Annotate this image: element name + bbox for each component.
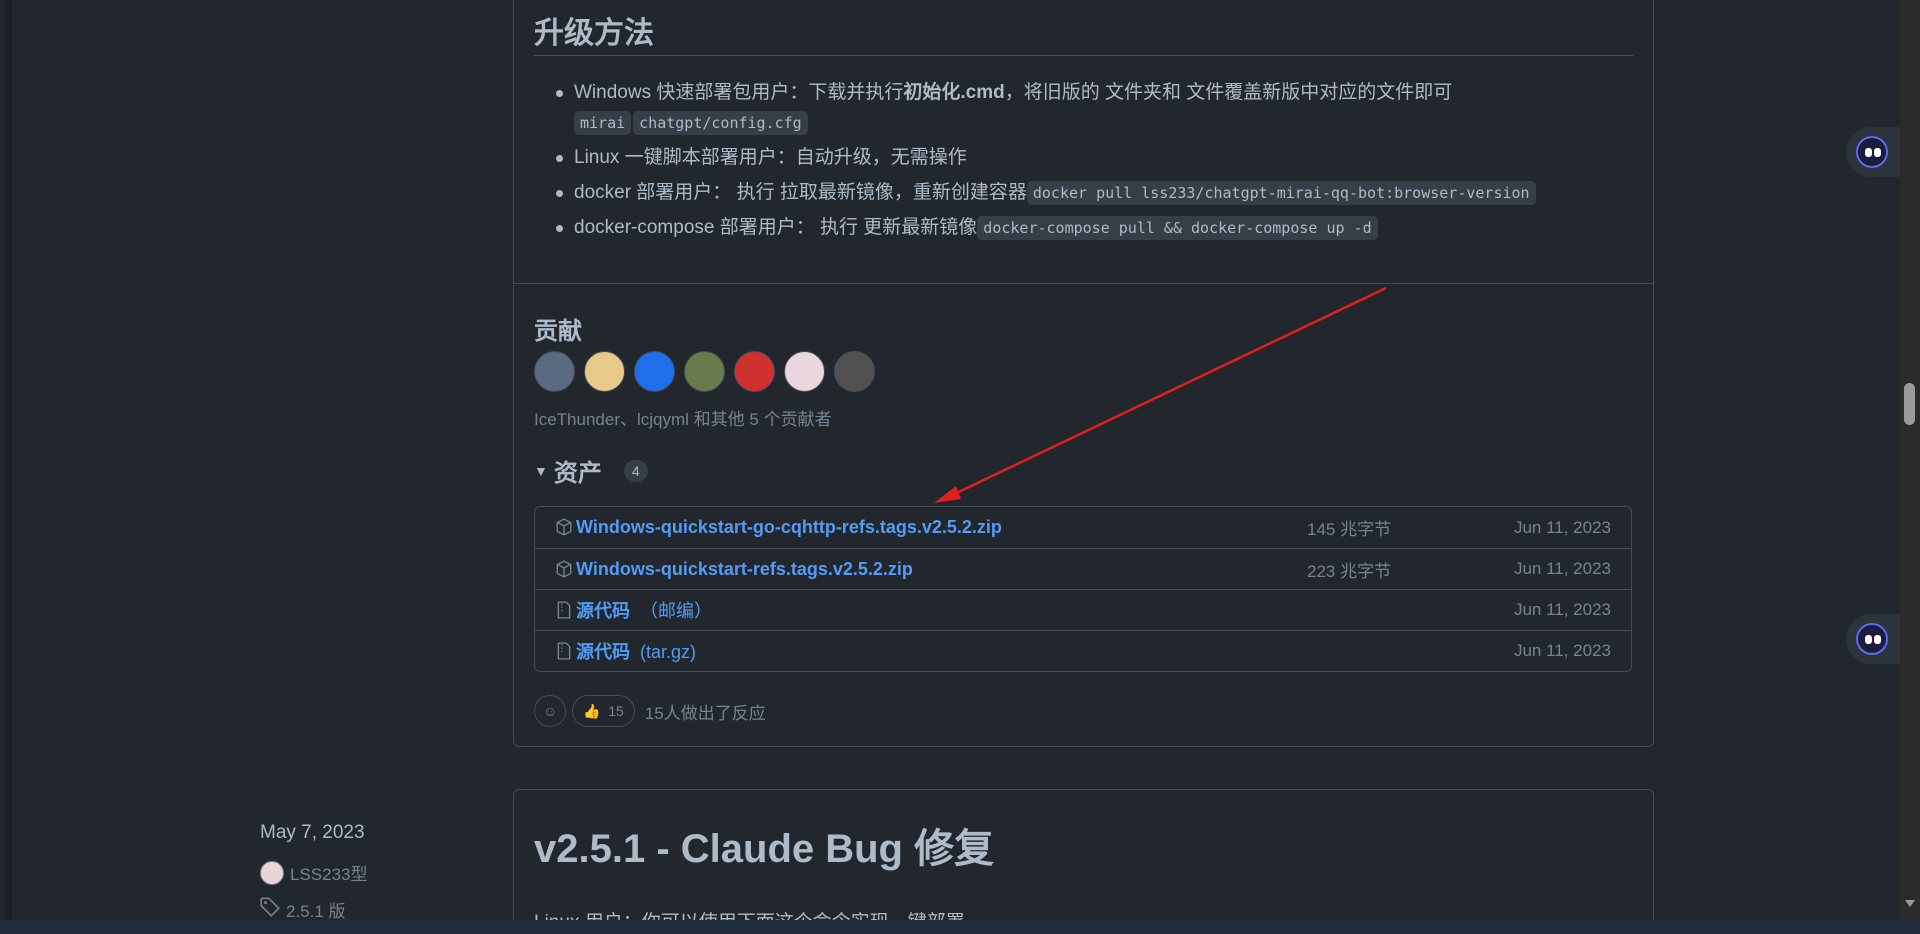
contributor-avatars bbox=[534, 351, 875, 392]
reactions-bar: ☺ 👍 15 15人做出了反应 bbox=[534, 695, 766, 727]
reactions-summary: 15人做出了反应 bbox=[644, 703, 766, 723]
scrollbar[interactable] bbox=[1900, 0, 1920, 920]
assistant-float-button[interactable] bbox=[1846, 127, 1902, 177]
inline-code: chatgpt/config.cfg bbox=[633, 111, 808, 135]
asset-date: Jun 11, 2023 bbox=[1513, 600, 1611, 619]
avatar bbox=[260, 860, 284, 885]
package-icon bbox=[555, 518, 573, 536]
assistant-icon bbox=[1856, 623, 1888, 655]
asset-row: 源代码 (tar.gz) Jun 11, 2023 bbox=[535, 630, 1631, 671]
avatar[interactable] bbox=[584, 351, 625, 392]
package-icon bbox=[555, 560, 573, 578]
asset-size: 223 兆字节 bbox=[1307, 561, 1392, 581]
tag-icon bbox=[260, 897, 280, 922]
file-zip-icon bbox=[555, 601, 573, 619]
list-item: Linux 一键脚本部署用户：自动升级，无需操作 bbox=[556, 143, 1646, 173]
scroll-down-arrow-icon[interactable] bbox=[1905, 900, 1915, 907]
upgrade-list: Windows 快速部署包用户：下载并执行初始化.cmd，将旧版的 文件夹和 文… bbox=[556, 78, 1646, 248]
asset-size: 145 兆字节 bbox=[1307, 520, 1392, 539]
asset-date: Jun 11, 2023 bbox=[1513, 517, 1611, 537]
assets-toggle[interactable]: ▼ 资产 4 bbox=[534, 453, 648, 488]
avatar[interactable] bbox=[734, 351, 775, 392]
asset-row: Windows-quickstart-refs.tags.v2.5.2.zip … bbox=[535, 548, 1631, 589]
avatar[interactable] bbox=[834, 351, 875, 392]
assets-heading: 资产 bbox=[553, 460, 602, 487]
file-zip-icon bbox=[555, 642, 573, 660]
avatar[interactable] bbox=[784, 351, 825, 392]
scrollbar-thumb[interactable] bbox=[1904, 383, 1915, 425]
source-code-link[interactable]: 源代码 （邮编） bbox=[576, 597, 712, 623]
list-item: docker-compose 部署用户： 执行 更新最新镜像 docker-com… bbox=[556, 213, 1646, 243]
section-divider bbox=[514, 283, 1653, 284]
inline-code: mirai bbox=[574, 111, 632, 135]
upgrade-heading: 升级方法 bbox=[534, 17, 654, 50]
inline-code: docker-compose pull && docker-compose up… bbox=[977, 216, 1378, 240]
release-date: May 7, 2023 bbox=[260, 822, 365, 843]
asset-link[interactable]: Windows-quickstart-go-cqhttp-refs.tags.v… bbox=[576, 517, 1002, 538]
caret-down-icon: ▼ bbox=[534, 462, 548, 479]
assistant-icon bbox=[1856, 136, 1888, 168]
heading-rule bbox=[534, 55, 1633, 56]
release-body: Linux 用户：你可以使用下面这个命令实现一键部署 bbox=[534, 907, 965, 921]
assets-list: Windows-quickstart-go-cqhttp-refs.tags.v… bbox=[534, 506, 1632, 672]
taskbar-strip bbox=[0, 920, 1920, 934]
smiley-icon: ☺ bbox=[542, 703, 558, 719]
asset-link[interactable]: Windows-quickstart-refs.tags.v2.5.2.zip bbox=[576, 559, 913, 580]
asset-date: Jun 11, 2023 bbox=[1513, 559, 1611, 578]
list-item: Windows 快速部署包用户：下载并执行初始化.cmd，将旧版的 文件夹和 文… bbox=[556, 78, 1646, 138]
assistant-float-button[interactable] bbox=[1846, 614, 1902, 664]
inline-code: docker pull lss233/chatgpt-mirai-qq-bot:… bbox=[1026, 181, 1536, 205]
avatar[interactable] bbox=[634, 351, 675, 392]
assets-count-badge: 4 bbox=[623, 459, 648, 482]
add-reaction-button[interactable]: ☺ bbox=[534, 695, 566, 727]
contributors-heading: 贡献 bbox=[534, 318, 582, 345]
release-title[interactable]: v2.5.1 - Claude Bug 修复 bbox=[534, 816, 994, 874]
thumbs-up-icon: 👍 bbox=[583, 702, 601, 719]
contributors-summary[interactable]: IceThunder、lcjqyml 和其他 5 个贡献者 bbox=[534, 405, 832, 430]
release-author[interactable]: LSS233型 bbox=[260, 860, 368, 885]
avatar[interactable] bbox=[534, 351, 575, 392]
page: 升级方法 Windows 快速部署包用户：下载并执行初始化.cmd，将旧版的 文… bbox=[6, 0, 1902, 934]
source-code-link[interactable]: 源代码 (tar.gz) bbox=[576, 638, 696, 664]
avatar[interactable] bbox=[684, 351, 725, 392]
asset-date: Jun 11, 2023 bbox=[1513, 641, 1611, 660]
asset-row: 源代码 （邮编） Jun 11, 2023 bbox=[535, 589, 1631, 630]
window-edge bbox=[6, 0, 12, 920]
release-tag[interactable]: 2.5.1 版 bbox=[260, 897, 346, 922]
asset-row: Windows-quickstart-go-cqhttp-refs.tags.v… bbox=[535, 507, 1631, 548]
list-item: docker 部署用户： 执行 拉取最新镜像，重新创建容器 docker pull… bbox=[556, 178, 1646, 208]
bold-filename: 初始化.cmd bbox=[903, 82, 1005, 103]
thumbs-up-reaction[interactable]: 👍 15 bbox=[572, 695, 635, 727]
